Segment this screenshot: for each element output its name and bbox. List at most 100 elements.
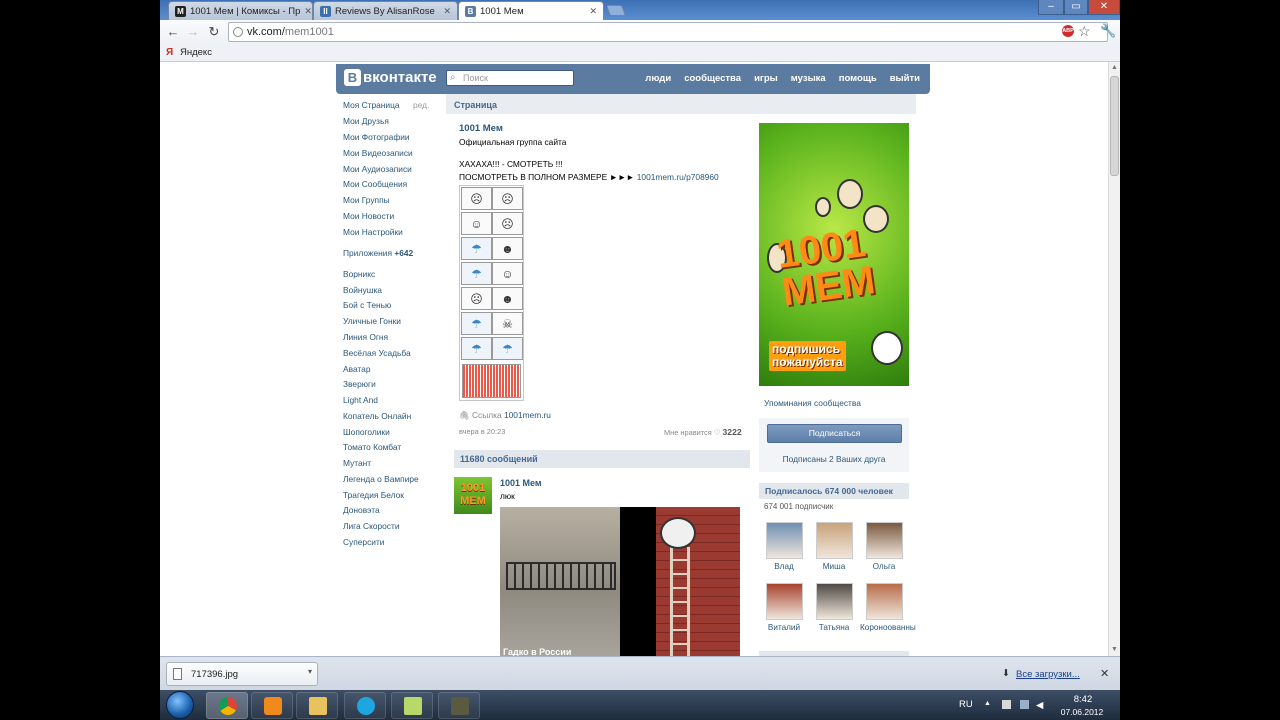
taskbar-app[interactable] [438,692,480,719]
posts-count-bar[interactable]: 11680 сообщений [454,450,750,468]
tray-arrow-icon[interactable]: ▲ [984,700,993,709]
menu-my-photos[interactable]: Мои Фотографии [343,132,410,142]
app-item[interactable]: Лига Скорости [343,521,400,531]
download-item[interactable]: 717396.jpg ▾ [166,662,318,686]
menu-my-videos[interactable]: Мои Видеозаписи [343,148,413,158]
all-downloads-link[interactable]: ⬇ Все загрузки... [1002,668,1080,680]
subscriber-item[interactable]: Миша [810,522,858,571]
app-item[interactable]: Линия Огня [343,332,388,342]
close-window-button[interactable]: ✕ [1088,0,1120,15]
post-link[interactable]: 1001mem.ru/p708960 [637,172,719,182]
app-item[interactable]: Мутант [343,458,371,468]
close-icon[interactable]: ✕ [439,6,451,17]
app-item[interactable]: Уличные Гонки [343,316,401,326]
vertical-scrollbar[interactable]: ▲ ▼ [1108,62,1120,656]
subscriber-item[interactable]: Ольга [860,522,908,571]
app-item[interactable]: Бой с Тенью [343,300,391,310]
nav-music[interactable]: музыка [791,73,826,84]
menu-edit-link[interactable]: ред. [413,100,429,110]
language-indicator[interactable]: RU [959,699,973,710]
nav-games[interactable]: игры [754,73,778,84]
forward-arrow-icon[interactable]: → [184,23,202,41]
scroll-down-icon[interactable]: ▼ [1111,646,1118,653]
close-icon[interactable]: ✕ [300,6,312,17]
taskbar-chrome[interactable] [206,692,248,719]
nav-help[interactable]: помощь [839,73,877,84]
app-item[interactable]: Копатель Онлайн [343,411,411,421]
flag-icon[interactable] [1002,700,1011,709]
app-item[interactable]: Томато Комбат [343,442,401,452]
bookmark-star-icon[interactable]: ☆ [1078,23,1091,40]
like-button[interactable]: Мне нравится ♡ 3222 [664,427,742,437]
wrench-icon[interactable]: 🔧 [1100,23,1116,39]
app-item[interactable]: Аватар [343,364,370,374]
chevron-down-icon[interactable]: ▾ [308,667,312,676]
taskbar-media-player[interactable] [251,692,293,719]
subscribed-friends-link[interactable]: Подписаны 2 Ваших друга [759,454,909,464]
nav-communities[interactable]: сообщества [684,73,741,84]
minimize-button[interactable]: – [1038,0,1064,15]
group-name[interactable]: 1001 Мем [459,123,503,134]
start-button[interactable] [166,691,194,719]
tab-1001mem-active[interactable]: B 1001 Мем ✕ [458,1,604,21]
app-item[interactable]: Light And [343,395,378,405]
mentions-link[interactable]: Упоминания сообщества [764,398,861,408]
app-item[interactable]: Доновэта [343,505,380,515]
group-avatar[interactable]: 1001 МЕМ [454,477,492,514]
menu-apps[interactable]: Приложения +642 [343,248,413,258]
link-url[interactable]: 1001mem.ru [504,410,551,420]
post2-photo[interactable]: Гадко в России [500,507,740,656]
subscriber-item[interactable]: Виталий [760,583,808,632]
menu-my-audio[interactable]: Мои Аудиозаписи [343,164,412,174]
menu-my-news[interactable]: Мои Новости [343,211,394,221]
maximize-button[interactable]: ▭ [1064,0,1088,15]
menu-my-settings[interactable]: Мои Настройки [343,227,403,237]
adblock-icon[interactable]: ABP [1062,25,1074,37]
volume-icon[interactable]: ◀ [1036,700,1045,711]
menu-my-messages[interactable]: Мои Сообщения [343,179,407,189]
network-icon[interactable] [1020,700,1029,709]
group-banner[interactable]: 1001 МЕМ подпишись пожалуйста [759,123,909,386]
tab-reviews[interactable]: II Reviews By AlisanRose ✕ [313,1,458,20]
scroll-up-icon[interactable]: ▲ [1111,64,1118,71]
subscriber-item[interactable]: Влад [760,522,808,571]
scrollbar-thumb[interactable] [1110,76,1119,176]
app-item[interactable]: Трагедия Белок [343,490,404,500]
back-arrow-icon[interactable]: ← [164,23,182,41]
menu-my-page[interactable]: Моя Страница ред. [343,100,429,110]
subscriber-item[interactable]: Татьяна [810,583,858,632]
close-icon[interactable]: ✕ [1100,667,1109,680]
menu-my-groups[interactable]: Мои Группы [343,195,390,205]
subscribe-button[interactable]: Подписаться [767,424,902,443]
nav-people[interactable]: люди [645,73,671,84]
post2-author[interactable]: 1001 Мем [500,478,542,488]
bookmark-yandex[interactable]: Яндекс [180,47,212,58]
taskbar-skype[interactable] [344,692,386,719]
subscribers-header[interactable]: Подписалось 674 000 человек [759,483,909,499]
app-item[interactable]: Ворникс [343,269,375,279]
taskbar-explorer[interactable] [296,692,338,719]
new-tab-button[interactable] [605,5,627,16]
menu-my-friends[interactable]: Мои Друзья [343,116,389,126]
nav-logout[interactable]: выйти [890,73,920,84]
post-time[interactable]: вчера в 20:23 [459,427,505,436]
avatar [815,583,853,620]
subscriber-item[interactable]: Короноованны [860,583,916,632]
vk-logo[interactable]: В вконтакте [344,69,437,86]
app-item[interactable]: Зверюги [343,379,376,389]
app-item[interactable]: Шопоголики [343,427,390,437]
comic-image[interactable]: ☹ ☹ ☺ ☹ ☂ ☻ ☂ ☺ ☹ ☻ ☂ ☠ ☂ ☂ [459,185,524,401]
address-bar[interactable]: vk.com/mem1001 [228,22,1108,42]
banner-subscribe-text: подпишись пожалуйста [769,341,846,371]
vk-search-input[interactable]: ⌕ Поиск [446,70,574,86]
taskbar-notes[interactable] [391,692,433,719]
clock-time[interactable]: 8:42 [1060,694,1106,705]
reload-icon[interactable]: ↻ [205,23,223,41]
app-item[interactable]: Суперсити [343,537,384,547]
clock-date[interactable]: 07.06.2012 [1054,707,1110,717]
app-item[interactable]: Легенда о Вампире [343,474,419,484]
close-icon[interactable]: ✕ [585,6,597,17]
app-item[interactable]: Войнушка [343,285,382,295]
app-item[interactable]: Весёлая Усадьба [343,348,411,358]
tab-1001mem-comics[interactable]: M 1001 Мем | Комиксы - Пр ✕ [168,1,313,20]
